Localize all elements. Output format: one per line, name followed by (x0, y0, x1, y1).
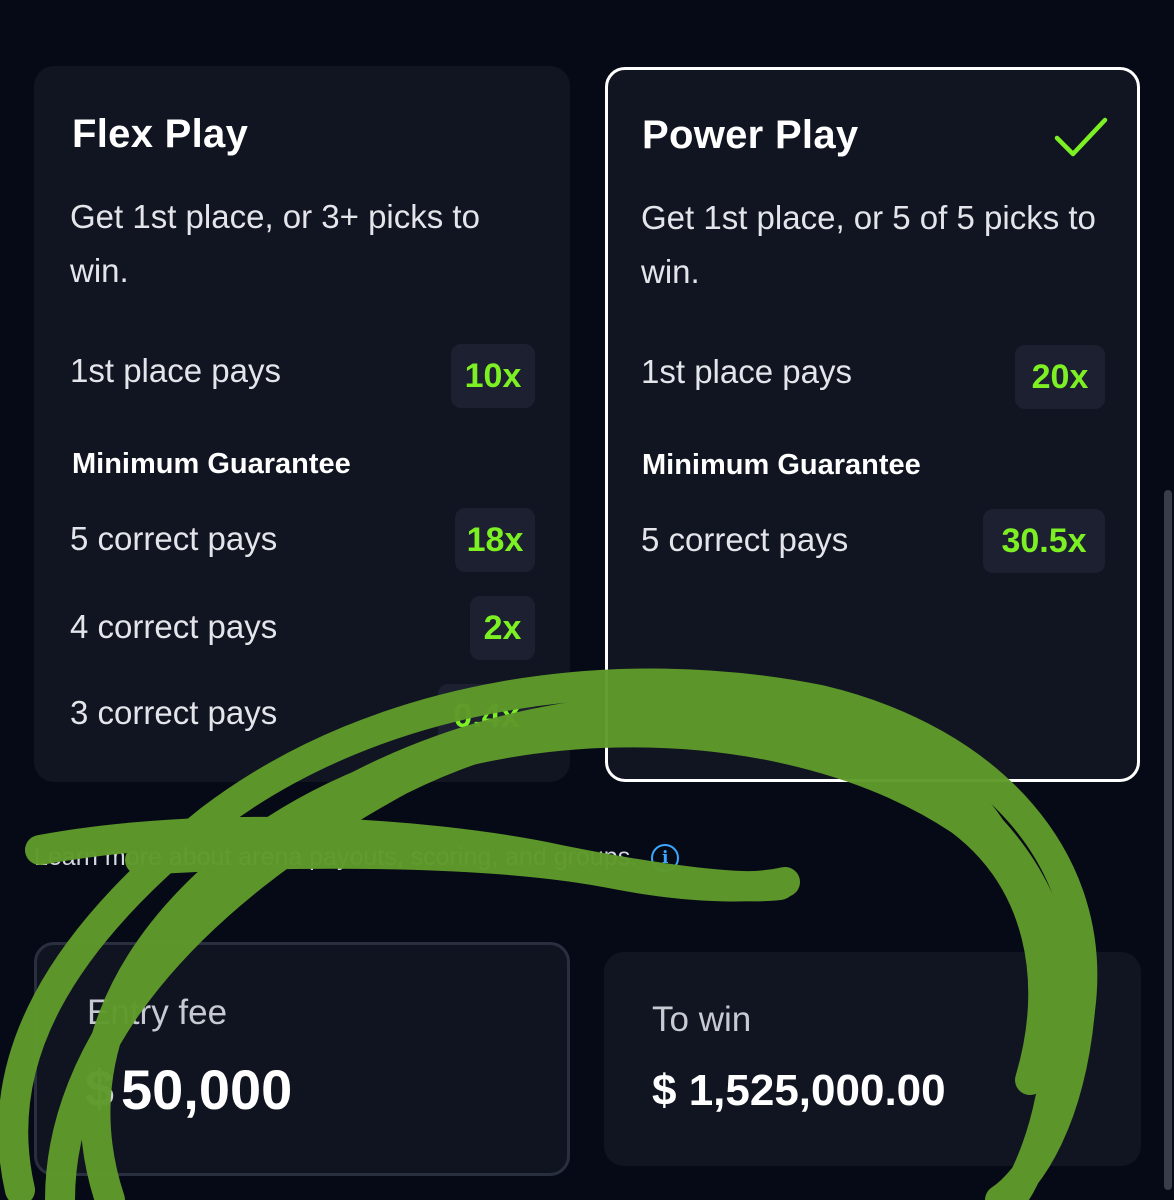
payout-row-label: 5 correct pays (641, 521, 849, 558)
first-place-label: 1st place pays (641, 353, 852, 390)
payout-row-multiplier: 30.5x (983, 509, 1105, 573)
first-place-multiplier: 10x (451, 344, 535, 408)
power-play-title: Power Play (642, 113, 859, 157)
minimum-guarantee-label: Minimum Guarantee (72, 448, 351, 480)
checkmark-icon (1054, 117, 1108, 157)
payout-row-multiplier: 0.4x (438, 684, 535, 748)
payout-row-label: 5 correct pays (70, 520, 278, 557)
currency-symbol: $ (85, 1060, 114, 1118)
power-play-card[interactable]: Power Play Get 1st place, or 5 of 5 pick… (605, 67, 1140, 782)
payout-row-label: 3 correct pays (70, 694, 278, 731)
first-place-label: 1st place pays (70, 352, 281, 389)
payout-info-text[interactable]: Learn more about arena payouts, scoring,… (34, 843, 637, 872)
to-win-label: To win (652, 1000, 752, 1039)
info-icon[interactable]: i (651, 843, 680, 872)
payout-row-label: 4 correct pays (70, 608, 278, 645)
entry-fee-label: Entry fee (87, 993, 228, 1032)
payout-row-multiplier: 18x (455, 508, 535, 572)
flex-play-description: Get 1st place, or 3+ picks to win. (70, 198, 480, 289)
payout-row-multiplier: 2x (470, 596, 535, 660)
first-place-multiplier: 20x (1015, 345, 1105, 409)
payout-info-link[interactable]: Learn more about arena payouts, scoring,… (34, 843, 680, 872)
minimum-guarantee-label: Minimum Guarantee (642, 449, 921, 481)
flex-play-card[interactable]: Flex Play Get 1st place, or 3+ picks to … (34, 66, 570, 782)
to-win-value: $ 1,525,000.00 (652, 1066, 946, 1115)
to-win-field: To win $ 1,525,000.00 (604, 952, 1141, 1166)
entry-fee-input[interactable]: 50,000 (121, 1057, 292, 1122)
flex-play-title: Flex Play (72, 112, 249, 156)
entry-fee-field[interactable]: Entry fee $ 50,000 (34, 942, 570, 1176)
power-play-description: Get 1st place, or 5 of 5 picks to win. (641, 199, 1096, 290)
payout-screen: Flex Play Get 1st place, or 3+ picks to … (0, 0, 1174, 1200)
scrollbar[interactable] (1164, 490, 1172, 1190)
